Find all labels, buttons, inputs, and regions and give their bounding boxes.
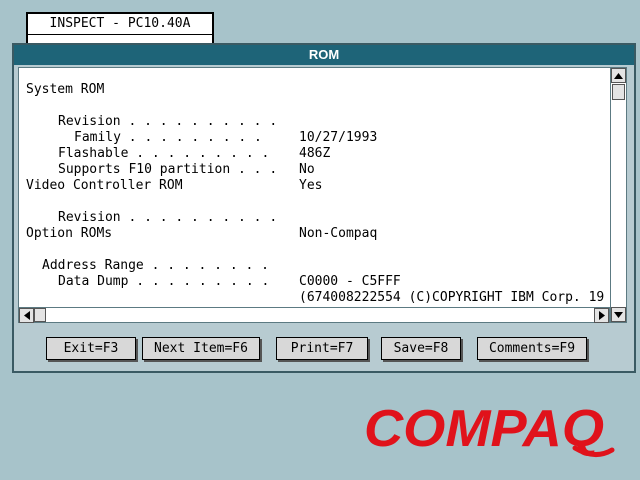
- scroll-down-button[interactable]: [611, 307, 626, 322]
- row-system-revision: Revision . . . . . . . . . . 10/27/1993: [19, 98, 609, 145]
- section-heading-system-rom: System ROM: [26, 82, 105, 97]
- compaq-logo-text: COMPAQ: [364, 400, 604, 458]
- row-value: Non-Compaq: [299, 226, 378, 241]
- row-system-f10: Supports F10 partition . . . Yes: [19, 146, 609, 193]
- row-video-revision: Revision . . . . . . . . . . Non-Compaq: [19, 194, 609, 241]
- save-button[interactable]: Save=F8: [381, 337, 461, 360]
- scroll-right-button[interactable]: [594, 308, 609, 323]
- arrow-left-icon: [23, 311, 30, 320]
- row-option-data-dump: Data Dump . . . . . . . . . (67400822255…: [19, 258, 609, 305]
- row-value: No: [299, 162, 315, 177]
- horizontal-scrollbar[interactable]: [18, 307, 610, 323]
- comments-button[interactable]: Comments=F9: [477, 337, 587, 360]
- dialog-title: ROM: [14, 45, 634, 65]
- vertical-scroll-thumb[interactable]: [612, 84, 625, 100]
- row-value: (674008222554 (C)COPYRIGHT IBM Corp. 19: [299, 290, 605, 305]
- row-system-flashable: Flashable . . . . . . . . . No: [19, 130, 609, 177]
- scroll-up-button[interactable]: [611, 68, 626, 83]
- horizontal-scroll-thumb[interactable]: [34, 308, 46, 322]
- inspect-window-title: INSPECT - PC10.40A: [28, 14, 212, 35]
- compaq-logo: COMPAQ: [364, 400, 615, 458]
- row-value: C0000 - C5FFF: [299, 274, 401, 289]
- section-heading-video-rom: Video Controller ROM: [26, 178, 183, 193]
- row-label: Revision . . . . . . . . . .: [58, 210, 278, 225]
- vertical-scrollbar[interactable]: [610, 67, 627, 323]
- row-label: Data Dump . . . . . . . . .: [58, 274, 270, 289]
- row-option-address-range: Address Range . . . . . . . . C0000 - C5…: [19, 242, 609, 289]
- row-value: Yes: [299, 178, 323, 193]
- section-heading-option-roms: Option ROMs: [26, 226, 113, 241]
- scroll-left-button[interactable]: [19, 308, 34, 323]
- exit-button[interactable]: Exit=F3: [46, 337, 136, 360]
- arrow-down-icon: [614, 311, 623, 318]
- arrow-up-icon: [614, 72, 623, 79]
- rom-dialog: ROM System ROM Revision . . . . . . . . …: [12, 43, 636, 373]
- print-button[interactable]: Print=F7: [276, 337, 368, 360]
- row-system-family: Family . . . . . . . . . 486Z: [19, 114, 609, 161]
- next-item-button[interactable]: Next Item=F6: [142, 337, 260, 360]
- rom-content-pane[interactable]: System ROM Revision . . . . . . . . . . …: [18, 67, 612, 309]
- arrow-right-icon: [598, 311, 605, 320]
- row-label: Supports F10 partition . . .: [58, 162, 278, 177]
